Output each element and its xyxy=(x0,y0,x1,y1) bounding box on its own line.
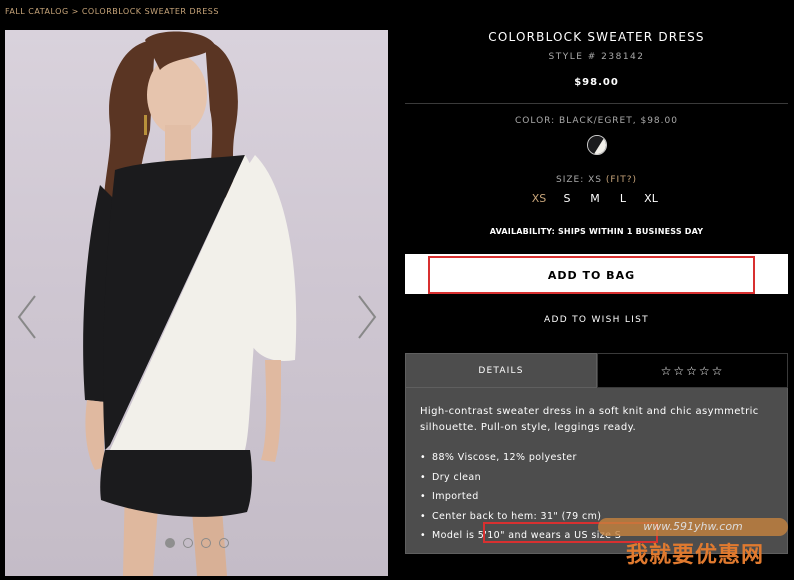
product-title: COLORBLOCK SWEATER DRESS xyxy=(488,30,705,44)
size-option-s[interactable]: S xyxy=(553,192,581,205)
tab-details[interactable]: DETAILS xyxy=(405,353,597,388)
model-wearing-dress-illustration xyxy=(83,31,297,576)
gallery-dot-4[interactable] xyxy=(219,538,229,548)
list-item: 88% Viscose, 12% polyester xyxy=(420,448,773,468)
next-image-arrow-icon[interactable] xyxy=(351,292,381,342)
info-divider xyxy=(405,103,788,104)
product-description: High-contrast sweater dress in a soft kn… xyxy=(420,406,759,433)
product-image xyxy=(5,30,388,576)
add-to-bag-button[interactable]: ADD TO BAG xyxy=(405,254,788,294)
size-label-text: SIZE: XS xyxy=(556,175,606,185)
list-item: Imported xyxy=(420,487,773,507)
tab-reviews-star-rating-icon[interactable]: ☆☆☆☆☆ xyxy=(597,353,788,388)
watermark-url: www.591yhw.com xyxy=(598,518,788,536)
color-swatch-black-egret[interactable] xyxy=(587,135,607,155)
product-tabs: DETAILS ☆☆☆☆☆ xyxy=(405,353,788,388)
previous-image-arrow-icon[interactable] xyxy=(13,292,43,342)
gallery-pagination xyxy=(165,538,229,548)
watermark-site-name: 我就要优惠网 xyxy=(625,543,764,568)
size-label: SIZE: XS (FIT?) xyxy=(405,175,788,185)
gallery-dot-3[interactable] xyxy=(201,538,211,548)
product-style-number: STYLE # 238142 xyxy=(548,52,645,62)
color-label: COLOR: BLACK/EGRET, $98.00 xyxy=(515,116,678,126)
breadcrumb-fall-catalog-link[interactable]: FALL CATALOG xyxy=(5,7,69,16)
list-item: Dry clean xyxy=(420,468,773,488)
add-to-bag-label: ADD TO BAG xyxy=(428,256,755,294)
black-egret-swatch-icon xyxy=(588,136,606,154)
size-option-xs[interactable]: XS xyxy=(525,192,553,205)
breadcrumb-current: COLORBLOCK SWEATER DRESS xyxy=(81,7,219,16)
gallery-dot-2[interactable] xyxy=(183,538,193,548)
breadcrumb-separator: > xyxy=(71,7,79,16)
size-option-l[interactable]: L xyxy=(609,192,637,205)
gallery-dot-1[interactable] xyxy=(165,538,175,548)
fit-guide-link[interactable]: (FIT?) xyxy=(606,175,637,185)
product-price: $98.00 xyxy=(574,77,619,88)
size-option-m[interactable]: M xyxy=(581,192,609,205)
size-selector: XS S M L XL xyxy=(525,192,665,205)
add-to-wish-list-link[interactable]: ADD TO WISH LIST xyxy=(405,315,788,325)
availability-text: AVAILABILITY: SHIPS WITHIN 1 BUSINESS DA… xyxy=(489,227,704,236)
size-option-xl[interactable]: XL xyxy=(637,192,665,205)
breadcrumb: FALL CATALOG > COLORBLOCK SWEATER DRESS xyxy=(5,7,219,16)
